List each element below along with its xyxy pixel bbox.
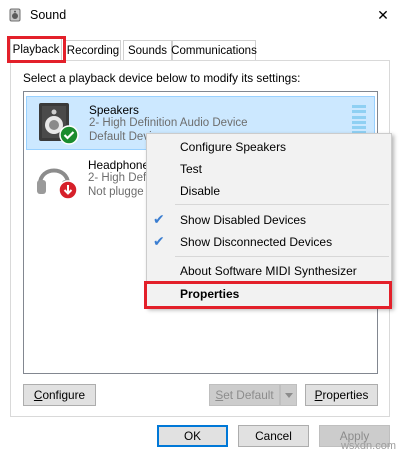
title-bar: Sound ✕	[0, 0, 400, 31]
set-default-button[interactable]: Set Default	[209, 384, 280, 406]
button-label: et Default	[223, 388, 274, 402]
speaker-icon	[39, 103, 79, 145]
accelerator-key: S	[215, 388, 224, 402]
down-arrow-badge-icon	[58, 180, 78, 200]
close-icon: ✕	[377, 7, 389, 23]
cancel-button[interactable]: Cancel	[238, 425, 309, 447]
menu-separator	[175, 256, 389, 257]
instruction-text: Select a playback device below to modify…	[23, 71, 301, 85]
menu-item-show-disabled-devices[interactable]: Show Disabled Devices	[180, 213, 306, 227]
tab-strip: Playback Recording Sounds Communications	[10, 38, 390, 61]
set-default-dropdown-button[interactable]	[280, 384, 297, 406]
device-name: Headphone	[88, 158, 150, 172]
chevron-down-icon	[284, 392, 293, 398]
button-label: OK	[183, 429, 202, 443]
button-label: onfigure	[42, 388, 86, 402]
ok-button[interactable]: OK	[157, 425, 228, 447]
configure-button[interactable]: Configure	[23, 384, 96, 406]
close-button[interactable]: ✕	[366, 0, 400, 31]
device-name: Speakers	[89, 103, 139, 117]
speaker-app-icon	[9, 8, 21, 22]
menu-item-about-midi-synthesizer[interactable]: About Software MIDI Synthesizer	[180, 264, 357, 278]
tab-label: Sounds	[127, 44, 167, 57]
accelerator-key: C	[33, 388, 43, 402]
headphones-icon	[37, 168, 78, 200]
tab-label: Recording	[66, 44, 120, 57]
context-menu: Configure Speakers Test Disable ✔ Show D…	[146, 133, 392, 308]
window-title: Sound	[30, 8, 67, 22]
checkmark-icon: ✔	[153, 233, 165, 249]
menu-item-disable[interactable]: Disable	[180, 184, 220, 198]
tab-communications[interactable]: Communications	[171, 40, 257, 60]
button-label: Cancel	[255, 429, 292, 443]
button-label: roperties	[322, 388, 369, 402]
menu-item-configure-speakers[interactable]: Configure Speakers	[180, 140, 286, 154]
tab-label: Playback	[12, 44, 60, 56]
menu-item-show-disconnected-devices[interactable]: Show Disconnected Devices	[180, 235, 332, 249]
accelerator-key: P	[314, 388, 323, 402]
check-badge-icon	[59, 125, 79, 145]
tab-sounds[interactable]: Sounds	[123, 40, 172, 60]
menu-item-properties[interactable]: Properties	[180, 287, 239, 301]
watermark-text: wsxdn.com	[340, 440, 396, 452]
tab-label: Communications	[171, 44, 257, 57]
properties-button[interactable]: Properties	[305, 384, 378, 406]
device-status: Not plugge	[88, 186, 144, 198]
menu-item-test[interactable]: Test	[180, 162, 202, 176]
menu-separator	[175, 204, 389, 205]
tab-playback[interactable]: Playback	[10, 38, 62, 61]
tab-recording[interactable]: Recording	[65, 40, 121, 60]
checkmark-icon: ✔	[153, 211, 165, 227]
device-driver: 2- High Definition Audio Device	[89, 117, 248, 129]
